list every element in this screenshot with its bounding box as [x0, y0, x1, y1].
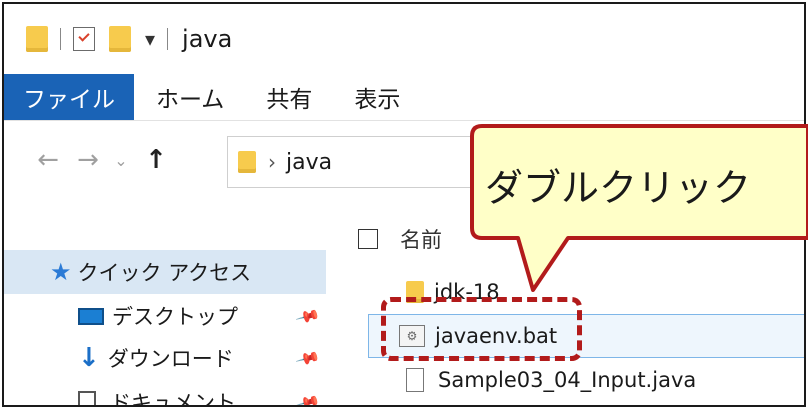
desktop-icon: [78, 307, 104, 325]
history-chevron-icon[interactable]: ⌄: [108, 151, 134, 170]
column-header-label: 名前: [400, 228, 442, 252]
file-name: jdk-18: [434, 280, 500, 304]
nav-item-label: ドキュメント: [110, 391, 236, 407]
folder-icon[interactable]: [26, 26, 48, 52]
nav-item-label: デスクトップ: [112, 305, 238, 329]
window-title: java: [182, 25, 233, 53]
list-item[interactable]: jdk-18: [406, 272, 500, 312]
document-icon: [78, 391, 96, 405]
column-header-name[interactable]: 名前: [358, 224, 442, 254]
folder-icon: [238, 151, 256, 173]
nav-item-label: クイック アクセス: [77, 261, 252, 285]
nav-item-documents[interactable]: ドキュメント 📌: [4, 382, 326, 407]
tab-share[interactable]: 共有: [246, 74, 332, 120]
file-list: 名前 jdk-18 ⚙ javaenv.bat Sample03_04_Inpu…: [326, 200, 804, 405]
properties-icon[interactable]: [73, 27, 95, 51]
list-item[interactable]: Sample03_04_Input.java: [406, 360, 696, 400]
list-item-selected[interactable]: ⚙ javaenv.bat: [368, 314, 804, 358]
nav-item-desktop[interactable]: デスクトップ 📌: [4, 296, 326, 336]
pin-icon[interactable]: 📌: [295, 345, 322, 371]
chevron-right-icon[interactable]: ›: [268, 150, 276, 174]
nav-item-quick-access[interactable]: ★ クイック アクセス: [4, 250, 326, 294]
navigation-pane: ★ クイック アクセス デスクトップ 📌 ↓ ダウンロード 📌 ドキュメント 📌: [4, 200, 326, 407]
up-arrow-icon[interactable]: ↑: [134, 145, 178, 175]
tab-home[interactable]: ホーム: [136, 74, 244, 120]
tab-file[interactable]: ファイル: [4, 74, 134, 120]
batch-file-icon: ⚙: [399, 325, 425, 347]
ribbon-tabs: ファイル ホーム 共有 表示: [4, 74, 804, 121]
address-folder[interactable]: java: [286, 150, 332, 175]
file-name: javaenv.bat: [435, 324, 558, 348]
quick-access-toolbar: ▾: [26, 26, 180, 52]
pin-icon[interactable]: 📌: [295, 303, 322, 329]
divider: [167, 28, 169, 50]
dropdown-icon[interactable]: ▾: [145, 29, 155, 49]
back-arrow-icon[interactable]: ←: [28, 145, 68, 175]
divider: [60, 28, 61, 50]
file-name: Sample03_04_Input.java: [438, 368, 697, 392]
folder-icon: [406, 281, 424, 303]
pin-icon[interactable]: 📌: [295, 389, 322, 405]
nav-item-downloads[interactable]: ↓ ダウンロード 📌: [4, 338, 326, 378]
forward-arrow-icon[interactable]: →: [68, 145, 108, 175]
title-bar: ▾ java: [4, 4, 804, 74]
new-folder-icon[interactable]: [109, 26, 131, 52]
tab-view[interactable]: 表示: [334, 74, 420, 120]
select-all-checkbox[interactable]: [358, 229, 378, 249]
callout-text: ダブルクリック: [485, 166, 752, 210]
star-icon: ★: [50, 258, 72, 286]
nav-item-label: ダウンロード: [107, 347, 234, 371]
java-file-icon: [406, 368, 424, 392]
download-arrow-icon: ↓: [78, 343, 100, 373]
